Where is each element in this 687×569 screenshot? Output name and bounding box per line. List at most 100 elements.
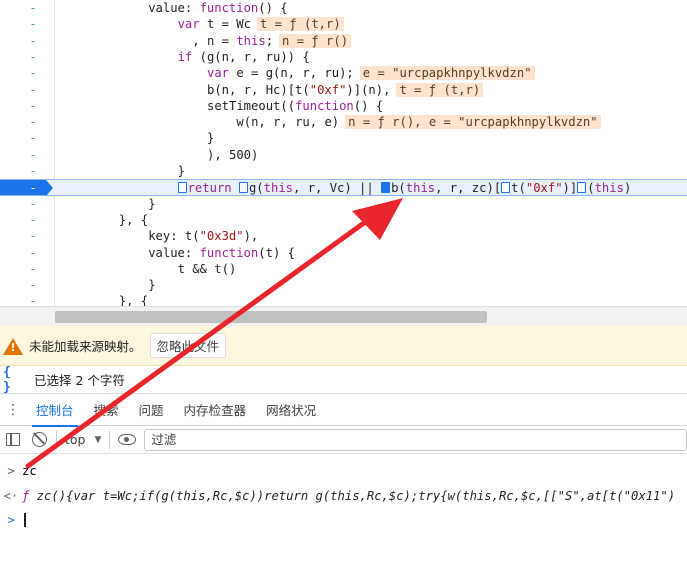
line-marker[interactable]: - [26,163,40,179]
drawer-tab-bar: ⋮ 控制台 搜索 问题 内存检查器 网络状况 [0,394,687,427]
inline-breakpoint-icon[interactable] [381,182,391,194]
inline-breakpoint-icon[interactable] [177,182,187,194]
inline-breakpoint-icon[interactable] [577,182,587,194]
code-line[interactable]: -} [0,163,687,179]
code-line[interactable]: - b(n, r, Hc)[t("0xf")](n), t = ƒ (t,r) [0,82,687,98]
filter-input[interactable] [144,428,687,451]
code-token: t( [511,181,526,196]
line-marker[interactable]: - [26,261,40,277]
line-marker[interactable]: - [26,65,40,81]
code-line[interactable]: - ), 500) [0,147,687,163]
input-prompt-icon: > [7,464,15,478]
code-token: function [295,98,354,113]
code-token: if [177,49,193,64]
code-line[interactable]: -} [0,277,687,293]
code-token: value: [148,1,200,15]
line-marker[interactable]: - [26,180,40,196]
line-marker[interactable]: - [26,114,40,130]
toolbar-divider [56,430,57,449]
line-marker[interactable]: - [26,130,40,146]
function-source-text: zc(){var t=Wc;if(g(this,Rc,$c))return g(… [29,489,676,503]
line-marker[interactable]: - [26,212,40,228]
scrollbar-thumb[interactable] [55,311,487,323]
line-marker[interactable]: - [26,196,40,212]
line-marker[interactable]: - [26,245,40,261]
code-line[interactable]: -} [0,196,687,212]
line-marker[interactable]: - [26,16,40,32]
console-result-line[interactable]: <· ƒ zc(){var t=Wc;if(g(this,Rc,$c))retu… [0,485,687,507]
code-token: } [148,278,156,293]
console-toolbar: top ▼ [0,426,687,454]
tab-network-conditions[interactable]: 网络状况 [256,394,326,426]
code-token: w(n, r, ru, e) [236,115,340,130]
inline-variable-value: n = ƒ r() [279,33,352,48]
more-options-kebab-icon[interactable]: ⋮ [0,403,26,417]
context-selector-value: top [65,432,86,447]
code-token: , n = [192,33,237,48]
code-line[interactable]: - setTimeout((function() { [0,98,687,114]
code-line[interactable]: - var t = Wc t = ƒ (t,r) [0,16,687,32]
code-text: var e = g(n, r, ru); e = "urcpapkhnpylkvd… [207,65,535,81]
code-token: ; [265,33,274,48]
code-line[interactable]: - value: function(t) { [0,245,687,261]
tab-search[interactable]: 搜索 [84,394,129,426]
console-prompt-line[interactable]: > [0,509,687,531]
code-text: ), 500) [207,147,258,163]
line-marker[interactable]: - [26,49,40,65]
code-token: function [199,1,259,15]
line-marker[interactable]: - [26,277,40,293]
code-token: return [187,181,232,196]
code-line[interactable]: -} [0,130,687,146]
live-expression-button[interactable] [114,427,140,453]
code-line[interactable]: - var e = g(n, r, ru); e = "urcpapkhnpylkv… [0,65,687,81]
line-marker[interactable]: - [26,293,40,306]
code-token: () { [258,1,288,15]
code-line[interactable]: - value: function() { [0,0,687,16]
console-input-text: zc [22,464,37,478]
code-token: value: [148,245,200,260]
code-text: w(n, r, ru, e) n = ƒ r(), e = "urcpapkhnp… [236,114,601,130]
line-marker[interactable]: - [26,98,40,114]
show-sidebar-button[interactable] [0,427,26,453]
code-token: this [405,181,436,196]
code-text: }, { [119,293,148,306]
code-line[interactable]: - w(n, r, ru, e) n = ƒ r(), e = "urcpapkhn… [0,114,687,130]
code-line-paused[interactable]: - return g(this, r, Vc) || b(this, r, zc)… [0,179,687,197]
inline-breakpoint-icon[interactable] [238,182,248,194]
pretty-print-braces-icon[interactable]: { } [3,365,25,395]
chevron-down-icon: ▼ [94,434,102,445]
warning-text: 未能加载来源映射。 [29,339,142,354]
code-line[interactable]: - key: t("0x3d"), [0,228,687,244]
code-text: t && t() [178,261,237,277]
warning-icon [3,337,23,355]
line-marker[interactable]: - [26,0,40,16]
tab-console[interactable]: 控制台 [26,394,84,427]
inline-breakpoint-icon[interactable] [501,182,511,194]
console-output[interactable]: > zc <· ƒ zc(){var t=Wc;if(g(this,Rc,$c)… [0,454,687,569]
clear-console-button[interactable] [26,427,52,453]
horizontal-scrollbar[interactable] [0,306,687,326]
line-marker[interactable]: - [26,82,40,98]
code-line[interactable]: - t && t() [0,261,687,277]
line-marker[interactable]: - [26,147,40,163]
code-token: "0xf" [309,82,347,97]
tab-memory-inspector[interactable]: 内存检查器 [174,394,257,426]
code-line[interactable]: -}, { [0,212,687,228]
code-token: this [263,181,294,196]
tab-issues[interactable]: 问题 [129,394,174,426]
inline-variable-value: n = ƒ r(), e = "urcpapkhnpylkvdzn" [345,115,601,130]
code-token: b(n, r, Hc)[t( [207,82,310,97]
code-editor[interactable]: - value: function() {- var t = Wc t = ƒ (t,… [0,0,687,306]
code-line[interactable]: - }, { [0,293,687,306]
code-line[interactable]: - if (g(n, r, ru)) { [0,49,687,65]
line-marker[interactable]: - [26,33,40,49]
context-selector[interactable]: top ▼ [61,432,105,447]
code-token: b( [391,181,406,196]
line-marker[interactable]: - [26,228,40,244]
code-text: if (g(n, r, ru)) { [178,49,310,65]
ignore-file-button[interactable]: 忽略此文件 [149,333,227,358]
code-text: value: function(t) { [148,245,295,261]
code-line[interactable]: - , n = this; n = ƒ r() [0,33,687,49]
function-result[interactable]: ƒ zc(){var t=Wc;if(g(this,Rc,$c))return … [22,489,675,503]
code-token: )] [562,181,578,196]
